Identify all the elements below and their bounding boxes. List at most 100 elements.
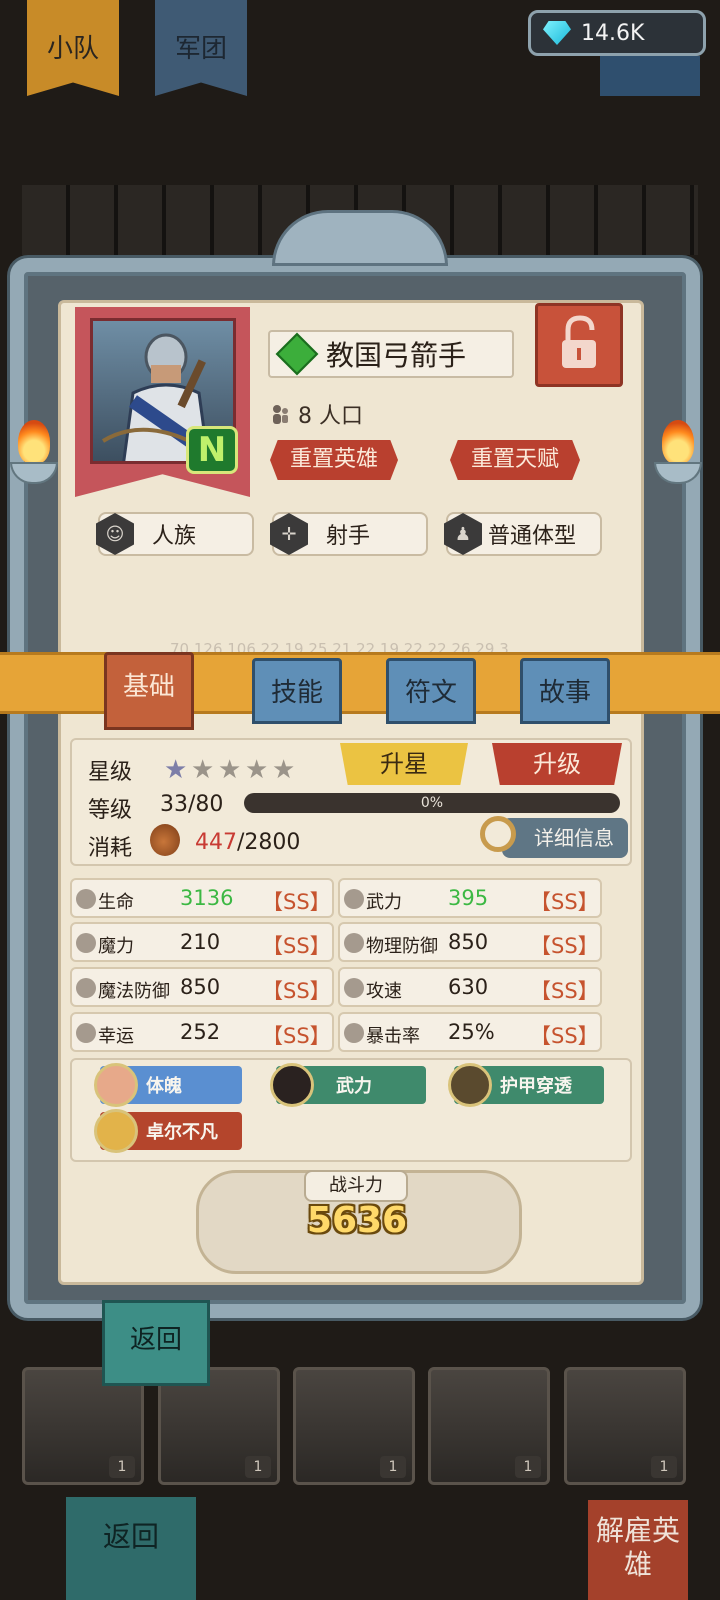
- power-label: 战斗力: [304, 1170, 408, 1202]
- stat-hp: 生命 3136 【SS】: [70, 878, 334, 918]
- heart-icon: [76, 889, 96, 909]
- stat-value: 850: [448, 930, 489, 954]
- stat-grade: 【SS】: [530, 890, 599, 914]
- magic-icon: [76, 933, 96, 953]
- stat-value: 630: [448, 975, 489, 999]
- race-tag: ☺ 人族: [96, 512, 254, 556]
- burst-icon: [344, 1023, 364, 1043]
- star-icon: ★: [191, 755, 215, 785]
- size-label: 普通体型: [488, 524, 577, 549]
- crown-icon: [94, 1109, 138, 1153]
- tab-basic[interactable]: 基础: [104, 652, 194, 730]
- level-value: 33/80: [160, 792, 224, 817]
- star-icon: ★: [218, 755, 242, 785]
- star-icon: ★: [272, 755, 296, 785]
- roster-card[interactable]: 1: [428, 1367, 550, 1485]
- warrior-icon: [270, 1063, 314, 1107]
- diamond-icon: [543, 21, 571, 45]
- stat-attack-speed: 攻速 630 【SS】: [338, 967, 602, 1007]
- tab-squad[interactable]: 小队: [27, 0, 119, 96]
- stat-grade: 【SS】: [530, 934, 599, 958]
- stat-value: 210: [180, 930, 221, 954]
- class-label: 射手: [326, 524, 371, 549]
- tab-skills[interactable]: 技能: [252, 658, 342, 724]
- stat-grade: 【SS】: [262, 890, 331, 914]
- stat-grade: 【SS】: [530, 1024, 599, 1048]
- population-icon: [273, 405, 288, 424]
- power-value: 5636: [306, 1200, 408, 1241]
- roster-count: 1: [380, 1456, 406, 1478]
- roster-card[interactable]: 1: [293, 1367, 415, 1485]
- stat-crit-rate: 暴击率 25% 【SS】: [338, 1012, 602, 1052]
- gem-counter[interactable]: 14.6K: [528, 10, 706, 56]
- tab-legion[interactable]: 军团: [155, 0, 247, 96]
- population-text: 8 人口: [298, 404, 363, 429]
- stat-magic: 魔力 210 【SS】: [70, 922, 334, 962]
- detail-info-button[interactable]: 详细信息: [502, 818, 628, 858]
- stat-luck: 幸运 252 【SS】: [70, 1012, 334, 1052]
- dismiss-hero-button[interactable]: 解雇英雄: [588, 1500, 688, 1600]
- stat-grade: 【SS】: [262, 1024, 331, 1048]
- torch-icon: [6, 420, 62, 490]
- cost-value: 447/2800: [195, 830, 300, 855]
- race-label: 人族: [152, 524, 197, 549]
- acorn-icon: [150, 824, 180, 856]
- frame-crest: [272, 210, 448, 266]
- pierce-icon: [448, 1063, 492, 1107]
- tab-runes[interactable]: 符文: [386, 658, 476, 724]
- torch-icon: [650, 420, 706, 490]
- magnifier-icon: [480, 816, 516, 852]
- stat-value: 3136: [180, 886, 234, 910]
- reset-talent-button[interactable]: 重置天赋: [450, 440, 580, 480]
- gem-amount: 14.6K: [581, 20, 645, 46]
- reset-hero-button[interactable]: 重置英雄: [270, 440, 398, 480]
- cost-need: /2800: [237, 830, 301, 855]
- population-row: 8 人口: [270, 398, 363, 430]
- size-tag: ♟ 普通体型: [444, 512, 602, 556]
- class-tag: ✛ 射手: [270, 512, 428, 556]
- shield-icon: [344, 933, 364, 953]
- stat-grade: 【SS】: [530, 979, 599, 1003]
- race-icon: ☺: [96, 513, 134, 555]
- stat-value: 252: [180, 1020, 221, 1044]
- roster-count: 1: [245, 1456, 271, 1478]
- stat-grade: 【SS】: [262, 979, 331, 1003]
- roster-card[interactable]: 1: [564, 1367, 686, 1485]
- back-button-bottom[interactable]: 返回: [66, 1497, 196, 1600]
- unlock-icon: [562, 315, 596, 368]
- star-icon: ★: [245, 755, 269, 785]
- hero-name: 教国弓箭手: [326, 339, 467, 372]
- stat-value: 850: [180, 975, 221, 999]
- stat-force: 武力 395 【SS】: [338, 878, 602, 918]
- roster-count: 1: [515, 1456, 541, 1478]
- stat-value: 25%: [448, 1020, 495, 1044]
- star-up-button[interactable]: 升星: [340, 743, 468, 785]
- stat-value: 395: [448, 886, 489, 910]
- star-icon-filled: ★: [164, 755, 188, 785]
- archer-icon: ✛: [270, 513, 308, 555]
- level-progress-text: 0%: [420, 795, 444, 811]
- cost-have: 447: [195, 830, 237, 855]
- level-label: 等级: [88, 798, 133, 823]
- tab-story[interactable]: 故事: [520, 658, 610, 724]
- trait-physique[interactable]: 体魄: [94, 1063, 242, 1107]
- trait-outstanding[interactable]: 卓尔不凡: [94, 1109, 242, 1153]
- trait-force[interactable]: 武力: [270, 1063, 426, 1107]
- stat-magic-def: 魔法防御 850 【SS】: [70, 967, 334, 1007]
- clover-icon: [76, 1023, 96, 1043]
- roster-count: 1: [651, 1456, 677, 1478]
- stat-phys-def: 物理防御 850 【SS】: [338, 922, 602, 962]
- trait-armor-pierce[interactable]: 护甲穿透: [448, 1063, 604, 1107]
- roster-count: 1: [109, 1456, 135, 1478]
- stat-grade: 【SS】: [262, 934, 331, 958]
- sword-icon: [344, 889, 364, 909]
- level-up-button[interactable]: 升级: [492, 743, 622, 785]
- green-gem-icon: [275, 332, 319, 376]
- arm-icon: [94, 1063, 138, 1107]
- wing-icon: [344, 978, 364, 998]
- top-right-banner: [600, 56, 700, 96]
- magic-shield-icon: [76, 978, 96, 998]
- body-icon: ♟: [444, 513, 482, 555]
- lock-button[interactable]: [535, 303, 623, 387]
- back-button[interactable]: 返回: [102, 1300, 210, 1386]
